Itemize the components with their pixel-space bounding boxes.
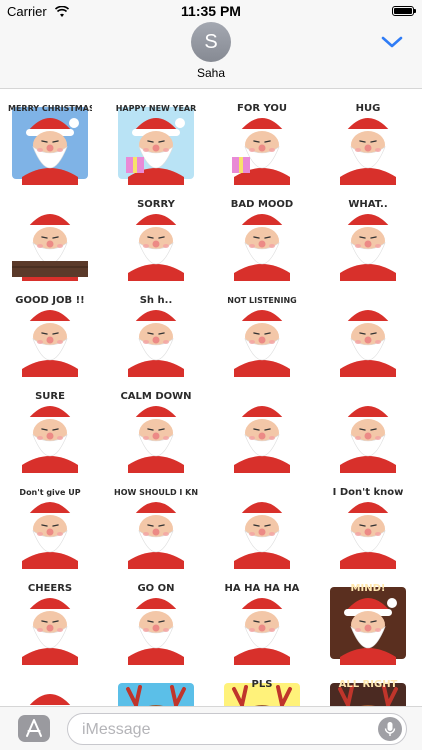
- sticker-caption: SORRY: [137, 199, 175, 210]
- sticker-santa-thinking[interactable]: [220, 389, 304, 473]
- sticker-caption: GOOD JOB !!: [15, 295, 85, 306]
- sticker-santa-laughing[interactable]: HA HA HA HA: [220, 581, 304, 665]
- sticker-caption: Sh h..: [139, 295, 173, 306]
- sticker-santa-mind[interactable]: MIND!: [326, 581, 410, 665]
- sticker-caption: Don't give UP: [19, 488, 81, 497]
- status-bar: Carrier 11:35 PM: [0, 0, 422, 22]
- sticker-santa-reindeer-hug[interactable]: HUG: [326, 101, 410, 185]
- sticker-caption: HOW SHOULD I KNOW?: [114, 488, 198, 497]
- imessage-input[interactable]: iMessage: [67, 713, 407, 745]
- sticker-santa-gifts[interactable]: HAPPY NEW YEAR: [114, 101, 198, 185]
- sticker-grid: MERRY CHRISTMAS! HAPPY NEW YEAR FOR YOU HUG…: [0, 89, 422, 706]
- sticker-caption: HUG: [355, 103, 381, 114]
- sticker-caption: WHAT..: [348, 199, 388, 210]
- sticker-santa-question[interactable]: WHAT..: [326, 197, 410, 281]
- sticker-santa-surprised[interactable]: [326, 389, 410, 473]
- sticker-caption: GO ON: [137, 583, 175, 594]
- sticker-santa-sleigh[interactable]: MERRY CHRISTMAS!: [8, 101, 92, 185]
- sticker-caption: PLS: [251, 679, 273, 690]
- sticker-illustration: [12, 214, 88, 281]
- sticker-illustration: [234, 502, 291, 569]
- microphone-icon[interactable]: [378, 717, 402, 741]
- sticker-illustration: [118, 683, 194, 706]
- contact-name[interactable]: Saha: [0, 66, 422, 80]
- chevron-down-icon[interactable]: [380, 32, 404, 52]
- conversation-header: S Saha: [0, 22, 422, 89]
- sticker-caption: MIND!: [350, 583, 386, 594]
- sticker-reindeer-all-right[interactable]: ALL RIGHT: [326, 677, 410, 706]
- sticker-caption: HAPPY NEW YEAR: [115, 104, 197, 113]
- sticker-santa-bad-mood[interactable]: BAD MOOD: [220, 197, 304, 281]
- sticker-illustration: [340, 310, 397, 377]
- sticker-santa-not-listening[interactable]: NOT LISTENING: [220, 293, 304, 377]
- sticker-santa-good-job[interactable]: GOOD JOB !!: [8, 293, 92, 377]
- sticker-santa-sure[interactable]: SURE: [8, 389, 92, 473]
- sticker-illustration: [234, 406, 291, 473]
- sticker-santa-how-should-i-know[interactable]: HOW SHOULD I KNOW?: [114, 485, 198, 569]
- sticker-santa-partial[interactable]: [8, 677, 92, 706]
- sticker-caption: CHEERS: [27, 583, 73, 594]
- sticker-santa-sorry[interactable]: SORRY: [114, 197, 198, 281]
- sticker-santa-calm-down[interactable]: CALM DOWN: [114, 389, 198, 473]
- sticker-santa-fist[interactable]: [220, 485, 304, 569]
- sticker-santa-gift[interactable]: FOR YOU: [220, 101, 304, 185]
- sticker-santa-blah[interactable]: [326, 293, 410, 377]
- app-store-icon[interactable]: [18, 715, 50, 742]
- sticker-caption: NOT LISTENING: [227, 296, 297, 305]
- sticker-caption: CALM DOWN: [120, 391, 192, 402]
- sticker-illustration: [27, 694, 79, 706]
- wifi-icon: [54, 5, 70, 17]
- sticker-caption: I Don't know: [332, 487, 404, 498]
- sticker-reindeer-snow[interactable]: [114, 677, 198, 706]
- sticker-santa-shrug[interactable]: I Don't know: [326, 485, 410, 569]
- sticker-caption: HA HA HA HA: [224, 583, 300, 594]
- sticker-santa-dont-give-up[interactable]: Don't give UP: [8, 485, 92, 569]
- sticker-santa-cheers[interactable]: CHEERS: [8, 581, 92, 665]
- sticker-caption: MERRY CHRISTMAS!: [8, 104, 92, 113]
- sticker-santa-go-on[interactable]: GO ON: [114, 581, 198, 665]
- avatar[interactable]: S: [191, 22, 231, 62]
- sticker-santa-shh[interactable]: Sh h..: [114, 293, 198, 377]
- battery-icon: [392, 6, 416, 16]
- message-input-bar: iMessage: [0, 706, 422, 750]
- sticker-illustration: [340, 406, 397, 473]
- imessage-placeholder: iMessage: [82, 721, 151, 738]
- carrier-label: Carrier: [7, 4, 47, 19]
- sticker-caption: SURE: [35, 391, 65, 402]
- sticker-caption: ALL RIGHT: [338, 679, 398, 690]
- sticker-reindeer-pls[interactable]: PLS: [220, 677, 304, 706]
- sticker-caption: BAD MOOD: [230, 199, 294, 210]
- sticker-santa-chimney[interactable]: [8, 197, 92, 281]
- sticker-caption: FOR YOU: [236, 103, 288, 114]
